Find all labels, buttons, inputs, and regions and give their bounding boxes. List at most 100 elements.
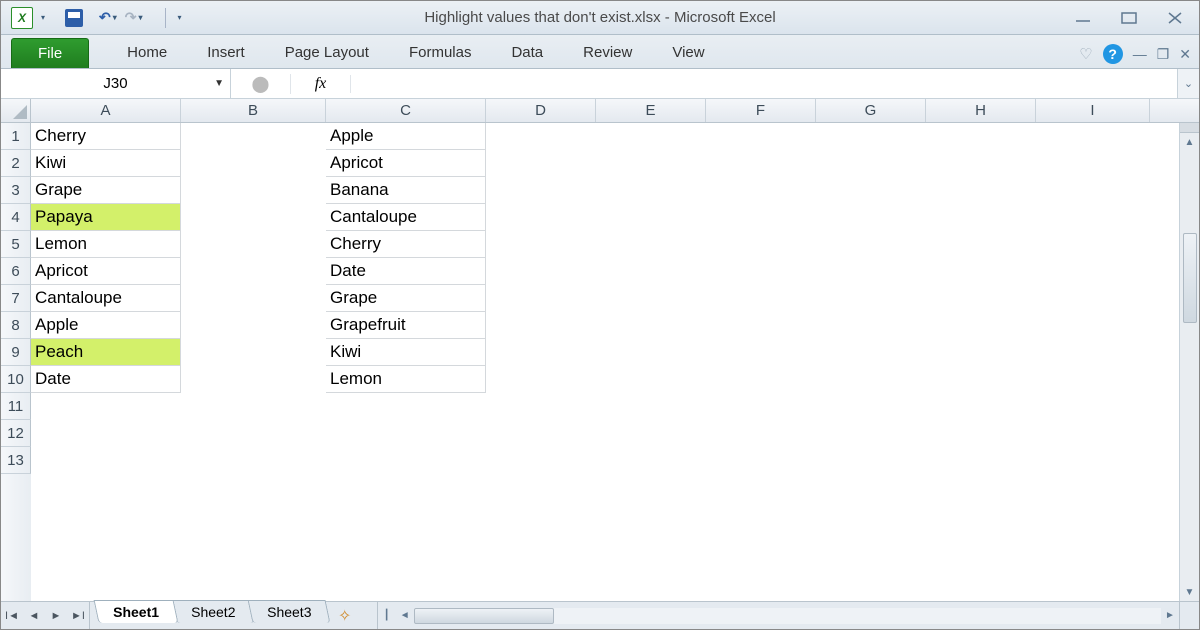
cell[interactable]: Date <box>326 258 486 285</box>
cell[interactable] <box>926 177 1036 204</box>
column-header[interactable]: C <box>326 99 486 122</box>
cell[interactable] <box>706 258 816 285</box>
cell[interactable] <box>816 258 926 285</box>
cell[interactable] <box>181 123 326 150</box>
sheet-tab[interactable]: Sheet1 <box>94 600 179 623</box>
cell[interactable] <box>326 447 486 474</box>
redo-icon[interactable]: ↷▾ <box>125 9 145 26</box>
cell[interactable] <box>816 150 926 177</box>
cell[interactable] <box>1036 393 1150 420</box>
cell[interactable] <box>1036 123 1150 150</box>
cells-area[interactable]: CherryAppleKiwiApricotGrapeBananaPapayaC… <box>31 123 1179 601</box>
tab-page-layout[interactable]: Page Layout <box>265 38 389 68</box>
scroll-thumb[interactable] <box>1183 233 1197 323</box>
cell[interactable] <box>816 204 926 231</box>
cell[interactable] <box>926 150 1036 177</box>
scroll-up-icon[interactable]: ▲ <box>1180 133 1199 151</box>
column-header[interactable]: B <box>181 99 326 122</box>
name-box-dropdown-icon[interactable]: ▼ <box>214 78 224 89</box>
tab-review[interactable]: Review <box>563 38 652 68</box>
mdi-restore-icon[interactable]: ❐ <box>1157 46 1170 63</box>
cell[interactable] <box>31 420 181 447</box>
cell[interactable] <box>706 150 816 177</box>
tab-formulas[interactable]: Formulas <box>389 38 492 68</box>
cell[interactable] <box>1036 312 1150 339</box>
cell[interactable] <box>926 420 1036 447</box>
cell[interactable] <box>181 177 326 204</box>
cell[interactable] <box>706 366 816 393</box>
cell[interactable]: Apricot <box>31 258 181 285</box>
cell[interactable]: Lemon <box>326 366 486 393</box>
cell[interactable] <box>706 312 816 339</box>
row-header[interactable]: 4 <box>1 204 31 231</box>
cell[interactable] <box>486 150 596 177</box>
next-sheet-icon[interactable]: ► <box>45 610 67 622</box>
save-icon[interactable] <box>65 9 83 27</box>
column-header[interactable]: H <box>926 99 1036 122</box>
cell[interactable] <box>181 393 326 420</box>
cell[interactable] <box>596 123 706 150</box>
cell[interactable] <box>926 285 1036 312</box>
cell[interactable] <box>596 150 706 177</box>
cell[interactable] <box>181 285 326 312</box>
cell[interactable] <box>1036 420 1150 447</box>
sheet-tab[interactable]: Sheet3 <box>248 600 331 623</box>
tab-view[interactable]: View <box>652 38 724 68</box>
hscroll-thumb[interactable] <box>414 608 554 624</box>
cell[interactable]: Papaya <box>31 204 181 231</box>
new-sheet-icon[interactable]: ✧ <box>333 607 357 625</box>
cell[interactable]: Cherry <box>31 123 181 150</box>
cell[interactable] <box>596 258 706 285</box>
tab-data[interactable]: Data <box>491 38 563 68</box>
cell[interactable]: Grape <box>326 285 486 312</box>
row-header[interactable]: 7 <box>1 285 31 312</box>
cell[interactable] <box>926 258 1036 285</box>
cell[interactable] <box>596 231 706 258</box>
cell[interactable] <box>181 339 326 366</box>
scroll-down-icon[interactable]: ▼ <box>1180 583 1199 601</box>
cell[interactable] <box>486 447 596 474</box>
cell[interactable]: Cantaloupe <box>31 285 181 312</box>
row-header[interactable]: 13 <box>1 447 31 474</box>
column-header[interactable]: D <box>486 99 596 122</box>
tab-home[interactable]: Home <box>107 38 187 68</box>
cell[interactable] <box>926 312 1036 339</box>
row-header[interactable]: 2 <box>1 150 31 177</box>
row-header[interactable]: 9 <box>1 339 31 366</box>
cell[interactable] <box>486 393 596 420</box>
cell[interactable] <box>816 447 926 474</box>
cell[interactable]: Lemon <box>31 231 181 258</box>
cell[interactable]: Banana <box>326 177 486 204</box>
column-header[interactable]: E <box>596 99 706 122</box>
column-header[interactable]: A <box>31 99 181 122</box>
cell[interactable] <box>816 339 926 366</box>
cell[interactable] <box>181 366 326 393</box>
cell[interactable]: Kiwi <box>31 150 181 177</box>
cell[interactable] <box>706 420 816 447</box>
cell[interactable] <box>1036 150 1150 177</box>
cell[interactable] <box>486 285 596 312</box>
cell[interactable] <box>596 285 706 312</box>
cell[interactable]: Cherry <box>326 231 486 258</box>
tab-insert[interactable]: Insert <box>187 38 265 68</box>
row-header[interactable]: 1 <box>1 123 31 150</box>
cell[interactable] <box>1036 177 1150 204</box>
cell[interactable] <box>816 123 926 150</box>
cell[interactable] <box>1036 231 1150 258</box>
cell[interactable] <box>181 204 326 231</box>
cell[interactable] <box>596 312 706 339</box>
cell[interactable] <box>486 177 596 204</box>
cell[interactable] <box>596 339 706 366</box>
cell[interactable]: Cantaloupe <box>326 204 486 231</box>
cell[interactable] <box>706 339 816 366</box>
cell[interactable] <box>816 312 926 339</box>
cell[interactable] <box>706 177 816 204</box>
cell[interactable] <box>486 339 596 366</box>
cell[interactable] <box>926 123 1036 150</box>
splitter-handle[interactable]: ┃ <box>378 610 396 621</box>
scroll-right-icon[interactable]: ► <box>1161 610 1179 621</box>
cell[interactable] <box>486 123 596 150</box>
cell[interactable]: Peach <box>31 339 181 366</box>
column-header[interactable]: I <box>1036 99 1150 122</box>
cell[interactable] <box>926 231 1036 258</box>
